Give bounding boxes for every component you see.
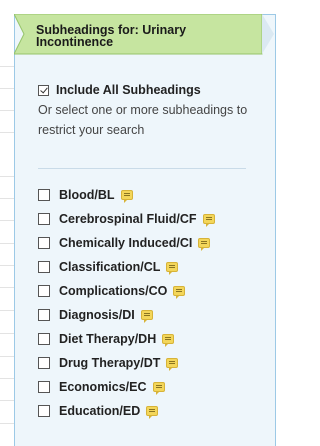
subheading-checkbox[interactable] — [38, 261, 50, 273]
subheading-item[interactable]: Blood/BL — [38, 183, 268, 207]
subheading-label[interactable]: Diet Therapy/DH — [59, 332, 156, 346]
note-icon[interactable] — [120, 190, 133, 203]
include-all-label[interactable]: Include All Subheadings — [56, 80, 201, 100]
subheading-list: Blood/BL Cerebrospinal Fluid/CF Chemically… — [38, 183, 268, 423]
subheading-checkbox[interactable] — [38, 285, 50, 297]
subheading-label[interactable]: Diagnosis/DI — [59, 308, 135, 322]
instructions-text: Or select one or more subheadings to res… — [38, 103, 248, 137]
subheading-item[interactable]: Complications/CO — [38, 279, 268, 303]
subheading-checkbox[interactable] — [38, 357, 50, 369]
note-icon[interactable] — [166, 358, 179, 371]
note-icon[interactable] — [173, 286, 186, 299]
include-all-checkbox[interactable] — [38, 84, 49, 96]
note-icon[interactable] — [152, 382, 165, 395]
subheading-label[interactable]: Chemically Induced/CI — [59, 236, 192, 250]
subheading-label[interactable]: Cerebrospinal Fluid/CF — [59, 212, 197, 226]
note-icon[interactable] — [146, 406, 159, 419]
subheading-checkbox[interactable] — [38, 213, 50, 225]
subheading-item[interactable]: Cerebrospinal Fluid/CF — [38, 207, 268, 231]
subheading-label[interactable]: Drug Therapy/DT — [59, 356, 160, 370]
subheading-label[interactable]: Classification/CL — [59, 260, 160, 274]
subheading-item[interactable]: Diet Therapy/DH — [38, 327, 268, 351]
note-icon[interactable] — [166, 262, 179, 275]
note-icon[interactable] — [162, 334, 175, 347]
subheading-checkbox[interactable] — [38, 309, 50, 321]
note-icon[interactable] — [198, 238, 211, 251]
subheadings-header: Subheadings for: Urinary Incontinence — [14, 14, 274, 56]
subheading-checkbox[interactable] — [38, 333, 50, 345]
subheading-item[interactable]: Chemically Induced/CI — [38, 231, 268, 255]
include-all-row[interactable]: Include All Subheadings — [38, 80, 258, 100]
subheadings-title: Subheadings for: Urinary Incontinence — [36, 23, 187, 49]
subheading-item[interactable]: Economics/EC — [38, 375, 268, 399]
subheading-checkbox[interactable] — [38, 237, 50, 249]
subheading-item[interactable]: Classification/CL — [38, 255, 268, 279]
subheading-item[interactable]: Diagnosis/DI — [38, 303, 268, 327]
background-page-lines — [0, 0, 14, 446]
subheading-label[interactable]: Economics/EC — [59, 380, 147, 394]
subheading-label[interactable]: Education/ED — [59, 404, 140, 418]
subheading-label[interactable]: Complications/CO — [59, 284, 167, 298]
intro-block: Include All Subheadings Or select one or… — [38, 80, 258, 140]
note-icon[interactable] — [140, 310, 153, 323]
subheading-item[interactable]: Education/ED — [38, 399, 268, 423]
note-icon[interactable] — [202, 214, 215, 227]
subheading-checkbox[interactable] — [38, 405, 50, 417]
subheading-label[interactable]: Blood/BL — [59, 188, 115, 202]
subheading-checkbox[interactable] — [38, 189, 50, 201]
subheadings-screen: Subheadings for: Urinary Incontinence In… — [0, 0, 285, 446]
subheading-item[interactable]: Drug Therapy/DT — [38, 351, 268, 375]
divider — [38, 168, 246, 169]
subheading-checkbox[interactable] — [38, 381, 50, 393]
